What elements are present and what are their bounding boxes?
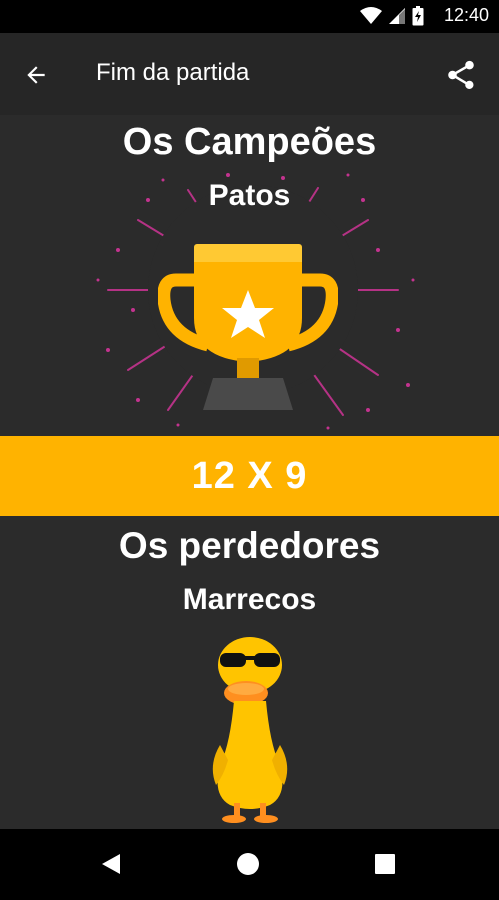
nav-recents-button[interactable]: [368, 847, 402, 881]
status-icons: [360, 6, 424, 31]
share-icon: [448, 60, 474, 90]
share-button[interactable]: [441, 55, 481, 95]
app-bar: Fim da partida: [0, 33, 499, 115]
match-result: Os Campeões Patos 12 X 9 Os perdedores M…: [0, 115, 499, 829]
trophy-icon: [158, 244, 338, 410]
duck-mascot-image: [212, 637, 288, 823]
nav-back-button[interactable]: [94, 847, 128, 881]
final-score: 12 X 9: [191, 454, 308, 497]
system-nav-bar: [0, 829, 499, 900]
status-clock: 12:40: [443, 5, 489, 25]
losers-team-name: Marrecos: [182, 583, 317, 616]
nav-home-button[interactable]: [231, 847, 265, 881]
wifi-icon: [360, 7, 382, 30]
status-bar: 12:40: [0, 0, 499, 33]
signal-icon: [388, 7, 406, 30]
arrow-left-icon: [27, 66, 45, 84]
back-triangle-icon: [102, 854, 120, 874]
page-title: Fim da partida: [96, 59, 250, 86]
losers-heading: Os perdedores: [118, 525, 381, 566]
home-circle-icon: [237, 853, 259, 875]
recents-square-icon: [375, 854, 395, 874]
battery-icon: [412, 6, 424, 31]
winners-team-name: Patos: [208, 179, 291, 212]
back-button[interactable]: [18, 57, 54, 93]
score-band: 12 X 9: [0, 436, 499, 516]
winners-heading: Os Campeões: [122, 121, 377, 163]
